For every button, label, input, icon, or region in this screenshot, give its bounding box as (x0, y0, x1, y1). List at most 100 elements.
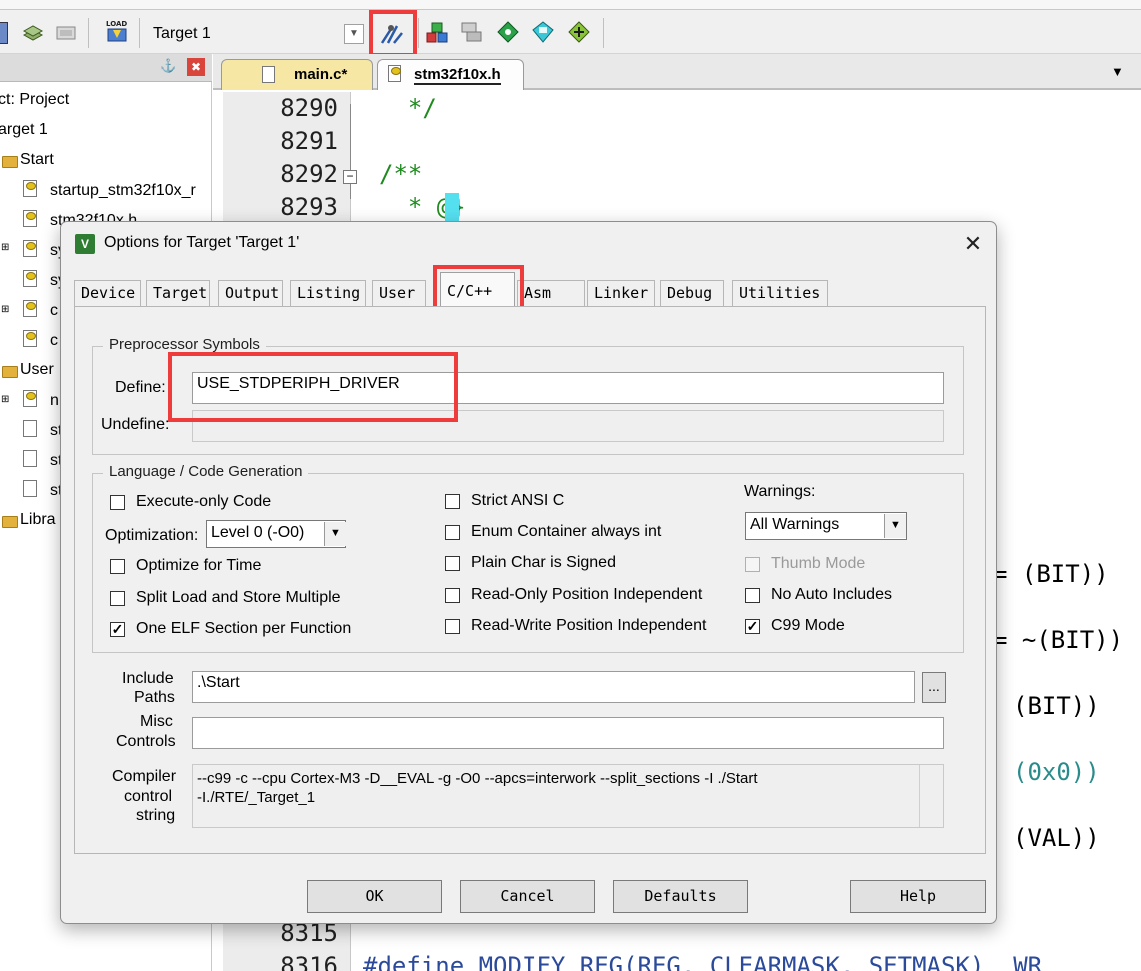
file-icon (23, 300, 37, 317)
plain-char-label: Plain Char is Signed (471, 554, 616, 571)
execute-only-checkbox[interactable] (110, 495, 125, 510)
file-icon (23, 480, 37, 497)
file-icon (23, 210, 37, 227)
misc-controls-label: Misc (140, 713, 173, 730)
toolbar-separator (603, 18, 604, 48)
options-icon-highlight (369, 10, 417, 57)
tab-linker[interactable]: Linker (587, 280, 655, 306)
optimization-select[interactable]: Level 0 (-O0) ▼ (206, 520, 346, 548)
help-button[interactable]: Help (850, 880, 986, 913)
scrollbar[interactable] (919, 765, 943, 827)
tab-device[interactable]: Device (74, 280, 141, 306)
tree-file[interactable]: n (50, 392, 59, 410)
warnings-select[interactable]: All Warnings ▼ (745, 512, 907, 540)
file-extensions-icon[interactable] (461, 21, 483, 43)
tree-target[interactable]: arget 1 (0, 121, 48, 139)
browse-include-paths-button[interactable]: ... (922, 672, 946, 703)
expand-icon[interactable]: ⊞ (1, 394, 9, 405)
svg-text:LOAD: LOAD (106, 20, 127, 28)
chevron-down-icon[interactable]: ▼ (884, 514, 906, 538)
c99-mode-checkbox[interactable]: ✓ (745, 619, 760, 634)
manage-run-time-environment-icon[interactable] (568, 21, 590, 43)
line-number: 8290 (280, 94, 338, 122)
download-load-icon[interactable]: LOAD (104, 18, 130, 46)
pack-installer-icon[interactable] (532, 21, 554, 43)
chevron-down-icon[interactable]: ▼ (344, 24, 364, 44)
misc-controls-field[interactable] (192, 717, 944, 749)
code-fragment: (0x0)) (1013, 758, 1100, 786)
target-select-value: Target 1 (153, 25, 211, 42)
read-only-pos-checkbox[interactable] (445, 588, 460, 603)
c-cpp-tab-panel: Preprocessor Symbols Define: USE_STDPERI… (74, 306, 986, 854)
target-select[interactable]: Target 1 ▼ (144, 20, 368, 48)
tab-target[interactable]: Target (146, 280, 210, 306)
select-software-packs-icon[interactable] (497, 21, 519, 43)
enum-container-checkbox[interactable] (445, 525, 460, 540)
warnings-value: All Warnings (750, 516, 840, 533)
line-number: 8292 (280, 160, 338, 188)
folder-icon (2, 156, 18, 168)
code-fragment: = (BIT)) (993, 560, 1109, 588)
read-write-pos-checkbox[interactable] (445, 619, 460, 634)
brace-match-highlight (445, 193, 459, 223)
tree-group-user[interactable]: User (20, 361, 54, 379)
strict-ansi-checkbox[interactable] (445, 494, 460, 509)
pin-icon[interactable]: ⚓ (160, 58, 176, 74)
chevron-down-icon[interactable]: ▼ (324, 522, 346, 546)
tree-group-start[interactable]: Start (20, 151, 54, 169)
file-icon (388, 65, 401, 82)
tree-file[interactable]: startup_stm32f10x_r (50, 182, 196, 200)
keil-app-icon: V (75, 234, 95, 254)
optimize-time-label: Optimize for Time (136, 557, 262, 574)
file-icon (23, 450, 37, 467)
file-icon (262, 66, 275, 83)
close-icon[interactable]: ✖ (187, 58, 205, 76)
tab-debug[interactable]: Debug (660, 280, 724, 306)
tab-stm32f10x-h[interactable]: stm32f10x.h (377, 59, 524, 90)
tab-utilities[interactable]: Utilities (732, 280, 828, 306)
translate-icon[interactable] (0, 22, 8, 44)
thumb-mode-checkbox[interactable] (745, 557, 760, 572)
cancel-button[interactable]: Cancel (460, 880, 595, 913)
menu-strip-edge (0, 0, 1141, 10)
expand-icon[interactable]: ⊞ (1, 242, 9, 253)
split-load-checkbox[interactable] (110, 591, 125, 606)
tab-output[interactable]: Output (218, 280, 283, 306)
execute-only-label: Execute-only Code (136, 493, 272, 510)
one-elf-checkbox[interactable]: ✓ (110, 622, 125, 637)
close-icon[interactable]: ✕ (959, 231, 987, 259)
include-paths-field[interactable]: .\Start (192, 671, 915, 703)
manage-project-items-icon[interactable] (426, 21, 448, 43)
tree-group-library[interactable]: Libra (20, 511, 56, 529)
optimization-value: Level 0 (-O0) (211, 524, 305, 541)
read-only-pos-label: Read-Only Position Independent (471, 586, 703, 603)
undefine-label: Undefine: (101, 416, 170, 433)
tab-asm[interactable]: Asm (517, 280, 585, 306)
build-icon[interactable] (22, 22, 44, 44)
fold-toggle-icon[interactable]: − (343, 170, 357, 184)
project-root[interactable]: ct: Project (0, 91, 69, 109)
tree-file[interactable]: c (50, 332, 58, 350)
tree-file[interactable]: c (50, 302, 58, 320)
file-icon (23, 420, 37, 437)
tab-main-c[interactable]: main.c* (221, 59, 373, 90)
group-legend: Preprocessor Symbols (103, 336, 266, 353)
code-line: /** (379, 160, 423, 188)
code-fragment: = ~(BIT)) (993, 626, 1124, 654)
ok-button[interactable]: OK (307, 880, 442, 913)
plain-char-checkbox[interactable] (445, 556, 460, 571)
compiler-control-string-field[interactable]: --c99 -c --cpu Cortex-M3 -D__EVAL -g -O0… (192, 764, 944, 828)
one-elf-label: One ELF Section per Function (136, 620, 352, 637)
defaults-button[interactable]: Defaults (613, 880, 748, 913)
options-for-target-dialog: V Options for Target 'Target 1' ✕ Device… (60, 221, 997, 924)
optimize-time-checkbox[interactable] (110, 559, 125, 574)
tab-user[interactable]: User (372, 280, 426, 306)
read-write-pos-label: Read-Write Position Independent (471, 617, 707, 634)
misc-controls-label: Controls (116, 733, 176, 750)
include-paths-label: Paths (134, 689, 175, 706)
tab-listing[interactable]: Listing (290, 280, 366, 306)
rebuild-icon[interactable] (55, 22, 77, 44)
expand-icon[interactable]: ⊞ (1, 304, 9, 315)
chevron-down-icon[interactable]: ▼ (1111, 64, 1124, 79)
no-auto-includes-checkbox[interactable] (745, 588, 760, 603)
